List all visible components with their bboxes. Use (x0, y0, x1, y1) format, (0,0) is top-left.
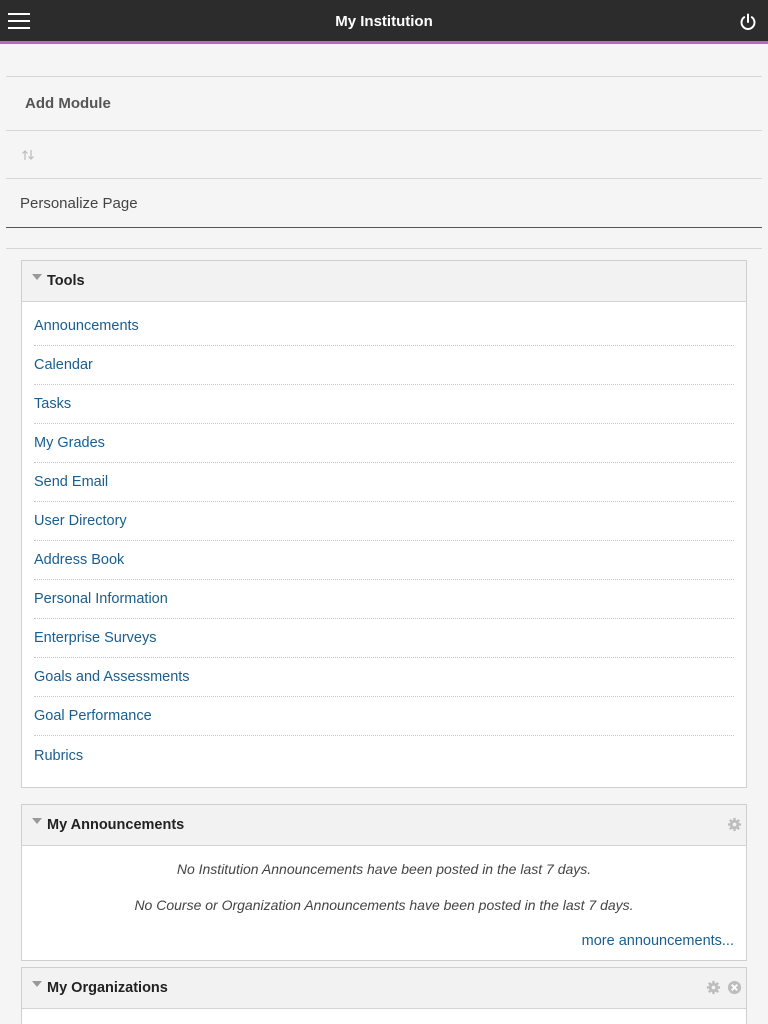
tool-list-item: Announcements (34, 307, 734, 346)
tool-list-item: Goals and Assessments (34, 658, 734, 697)
tool-link[interactable]: Calendar (34, 357, 93, 373)
module-title[interactable]: Tools (47, 273, 85, 289)
module-header: My Announcements (22, 805, 746, 846)
tool-list-item: Personal Information (34, 580, 734, 619)
tool-link[interactable]: Send Email (34, 474, 108, 490)
tool-link[interactable]: Goals and Assessments (34, 669, 190, 685)
divider (6, 228, 762, 249)
module-title[interactable]: My Announcements (47, 817, 184, 833)
tool-list-item: User Directory (34, 502, 734, 541)
tool-link[interactable]: Enterprise Surveys (34, 630, 157, 646)
institution-announcements-message: No Institution Announcements have been p… (176, 861, 592, 877)
tools-list: Announcements Calendar Tasks My Grades Send … (22, 302, 746, 775)
reorder-button[interactable] (6, 131, 762, 179)
tool-list-item: Send Email (34, 463, 734, 502)
tool-link[interactable]: User Directory (34, 513, 127, 529)
power-icon[interactable] (738, 12, 758, 32)
module-header: My Organizations (22, 968, 746, 1009)
collapse-arrow-icon[interactable] (32, 818, 42, 824)
more-announcements-link[interactable]: more announcements... (582, 933, 734, 949)
tool-list-item: Calendar (34, 346, 734, 385)
top-bar: My Institution (0, 0, 768, 44)
tool-link[interactable]: Goal Performance (34, 708, 152, 724)
tool-list-item: Enterprise Surveys (34, 619, 734, 658)
tools-module: Tools Announcements Calendar Tasks My Grade… (21, 260, 747, 788)
module-title[interactable]: My Organizations (47, 980, 168, 996)
course-announcements-message: No Course or Organization Announcements … (134, 897, 634, 913)
module-actions (706, 980, 742, 995)
tool-link[interactable]: Rubrics (34, 748, 83, 764)
tool-link[interactable]: Announcements (34, 318, 139, 334)
tool-list-item: Tasks (34, 385, 734, 424)
tool-link[interactable]: Personal Information (34, 591, 168, 607)
tool-link[interactable]: Tasks (34, 396, 71, 412)
tool-link[interactable]: Address Book (34, 552, 124, 568)
personalize-page-button[interactable]: Personalize Page (6, 179, 762, 228)
reorder-arrows-icon (22, 149, 34, 160)
tool-list-item: Address Book (34, 541, 734, 580)
add-module-button[interactable]: Add Module (6, 77, 762, 131)
organizations-module: My Organizations (21, 967, 747, 1024)
page-options-menu: Add Module Personalize Page (6, 46, 762, 249)
gear-icon[interactable] (727, 817, 742, 832)
tool-list-item: My Grades (34, 424, 734, 463)
announcements-body: No Institution Announcements have been p… (22, 846, 746, 958)
collapse-arrow-icon[interactable] (32, 274, 42, 280)
announcements-module: My Announcements No Institution Announce… (21, 804, 747, 961)
collapse-arrow-icon[interactable] (32, 981, 42, 987)
gear-icon[interactable] (706, 980, 721, 995)
page-title: My Institution (335, 13, 433, 30)
module-actions (727, 817, 742, 832)
module-header: Tools (22, 261, 746, 302)
tool-link[interactable]: My Grades (34, 435, 105, 451)
close-icon[interactable] (727, 980, 742, 995)
divider (6, 46, 762, 77)
tool-list-item: Goal Performance (34, 697, 734, 736)
tool-list-item: Rubrics (34, 736, 734, 775)
